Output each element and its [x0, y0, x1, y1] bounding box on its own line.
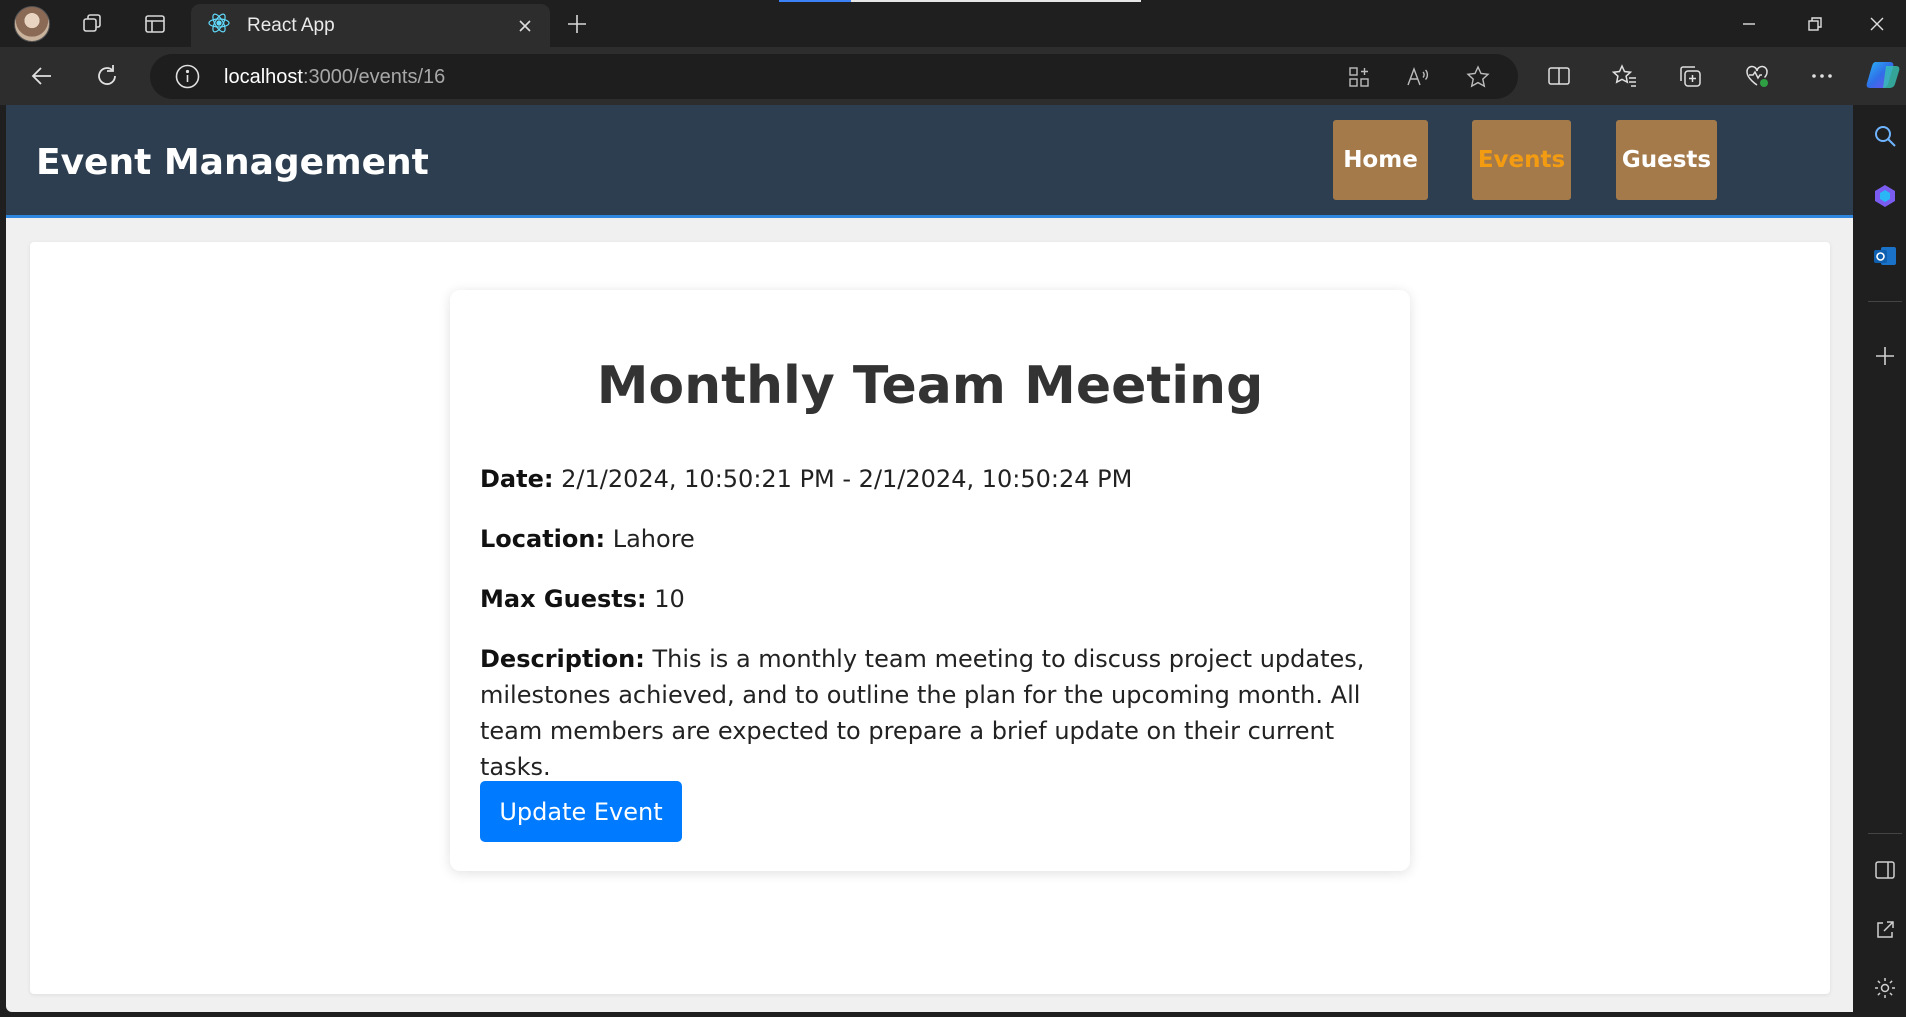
hide-sidebar-icon[interactable]: [1870, 855, 1900, 885]
location-value: Lahore: [612, 525, 695, 553]
site-info-icon[interactable]: [174, 63, 201, 90]
tab-title: React App: [247, 14, 335, 36]
date-value: 2/1/2024, 10:50:21 PM - 2/1/2024, 10:50:…: [561, 465, 1133, 493]
copilot-icon[interactable]: [1866, 58, 1902, 92]
edge-sidebar: [1864, 105, 1906, 1017]
open-external-icon[interactable]: [1870, 915, 1900, 945]
nav-events-link[interactable]: Events: [1472, 120, 1571, 200]
tab-actions-icon[interactable]: [137, 6, 173, 42]
favorite-star-icon[interactable]: [1464, 63, 1492, 91]
outlook-icon[interactable]: [1870, 241, 1900, 271]
profile-avatar[interactable]: [14, 6, 50, 42]
description-label: Description:: [480, 645, 645, 673]
max-guests-label: Max Guests:: [480, 585, 647, 613]
page-load-progress: [779, 0, 1141, 2]
max-guests-value: 10: [654, 585, 685, 613]
main-content: Monthly Team Meeting Date: 2/1/2024, 10:…: [30, 242, 1830, 994]
read-aloud-icon[interactable]: [1404, 63, 1432, 91]
restore-icon[interactable]: [1786, 2, 1844, 46]
more-options-icon[interactable]: [1806, 60, 1838, 92]
workspaces-icon[interactable]: [75, 6, 111, 42]
nav-guests-link[interactable]: Guests: [1616, 120, 1717, 200]
nav-home-link[interactable]: Home: [1333, 120, 1428, 200]
page-viewport: Event Management Home Events Guests Mont…: [6, 105, 1853, 1012]
search-icon[interactable]: [1870, 121, 1900, 151]
add-sidebar-app-icon[interactable]: [1870, 341, 1900, 371]
new-tab-icon[interactable]: [559, 6, 595, 42]
back-icon[interactable]: [22, 56, 62, 96]
app-available-icon[interactable]: [1345, 63, 1373, 91]
collections-icon[interactable]: [1674, 60, 1706, 92]
tab-react-app[interactable]: React App: [191, 4, 550, 47]
url-text[interactable]: localhost:3000/events/16: [224, 66, 445, 89]
event-date: Date: 2/1/2024, 10:50:21 PM - 2/1/2024, …: [480, 461, 1390, 497]
split-screen-icon[interactable]: [1543, 60, 1575, 92]
app-brand-title[interactable]: Event Management: [36, 142, 429, 183]
refresh-icon[interactable]: [87, 56, 127, 96]
settings-gear-icon[interactable]: [1870, 973, 1900, 1003]
event-detail-card: Monthly Team Meeting Date: 2/1/2024, 10:…: [450, 290, 1410, 871]
favorites-icon[interactable]: [1609, 60, 1641, 92]
browser-essentials-icon[interactable]: [1741, 60, 1773, 92]
event-title: Monthly Team Meeting: [596, 356, 1264, 416]
close-window-icon[interactable]: [1848, 2, 1906, 46]
event-description: Description: This is a monthly team meet…: [480, 641, 1390, 785]
browser-toolbar: localhost:3000/events/16: [0, 47, 1906, 105]
browser-tab-bar: React App: [0, 0, 1906, 47]
update-event-button[interactable]: Update Event: [480, 781, 682, 842]
app-header: Event Management Home Events Guests: [6, 105, 1853, 218]
date-label: Date:: [480, 465, 554, 493]
location-label: Location:: [480, 525, 606, 553]
event-location: Location: Lahore: [480, 521, 1390, 557]
react-logo-icon: [207, 11, 231, 40]
close-tab-icon[interactable]: [510, 11, 540, 41]
minimize-icon[interactable]: [1720, 2, 1778, 46]
event-max-guests: Max Guests: 10: [480, 581, 1390, 617]
address-bar[interactable]: localhost:3000/events/16: [150, 54, 1518, 99]
copilot-sidebar-icon[interactable]: [1870, 181, 1900, 211]
